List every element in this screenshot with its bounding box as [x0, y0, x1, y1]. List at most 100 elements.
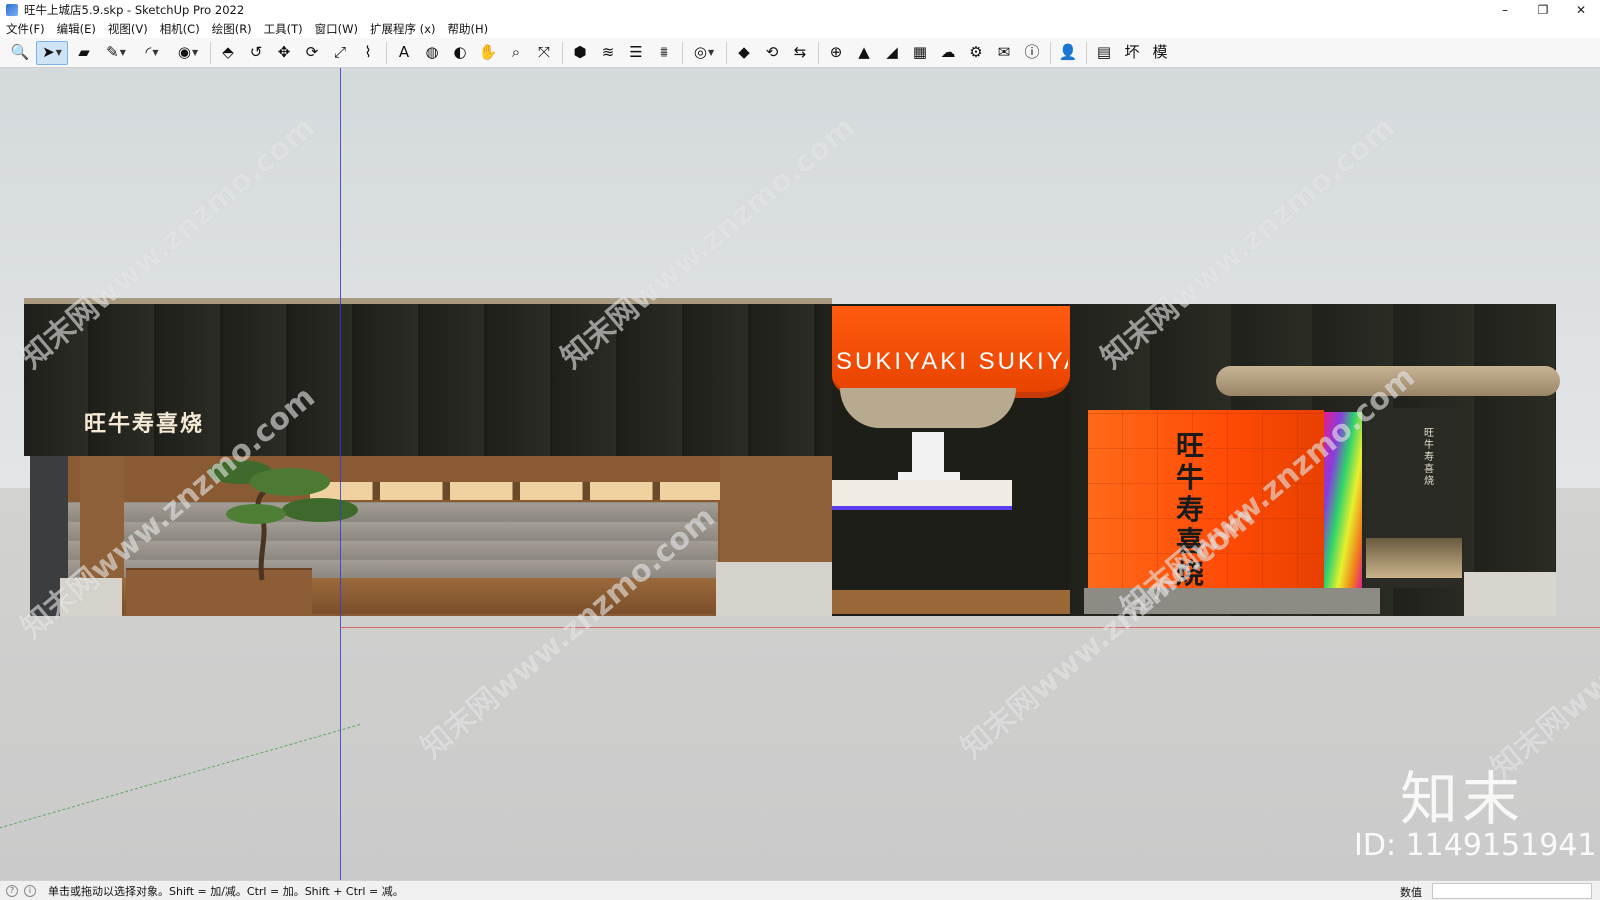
model-viewport[interactable]: 旺牛寿喜烧 SUKIYAKI SUKIYAKI 旺牛寿喜烧 旺牛寿喜烧 知末网w…: [0, 68, 1600, 880]
table-icon: ▤: [1096, 43, 1112, 61]
window-controls: – ❐ ✕: [1486, 0, 1600, 20]
layers-tool[interactable]: ☰: [624, 41, 648, 65]
main-toolbar: 🔍 ➤ ▼ ▰ ✎ ▼ ◜ ▼ ◉ ▼ ⬘ ↺ ✥ ⟳ ⤢ ⌇ A ◍ ◐ ✋ ⌕ ⤧ ⬢ ≋ ☰ ⩩ ◎ ▼ ◆ ⟲ ⇆ ⊕ ▲ ◢ ▦ ☁ ⚙ ✉ ⓘ 👤…: [0, 38, 1600, 68]
section-tool[interactable]: ◢: [880, 41, 904, 65]
stone-wall: [68, 502, 718, 578]
minimize-button[interactable]: –: [1486, 0, 1524, 20]
menu-extensions[interactable]: 扩展程序 (x): [370, 21, 435, 37]
brand-watermark: 知末: [1400, 765, 1525, 833]
close-button[interactable]: ✕: [1562, 0, 1600, 20]
pan-tool[interactable]: ✋: [476, 41, 500, 65]
warehouse-tool[interactable]: ⬢: [568, 41, 592, 65]
menu-tools[interactable]: 工具(T): [264, 21, 303, 37]
sync-tool[interactable]: ⟲: [760, 41, 784, 65]
mail-icon: ✉: [997, 43, 1011, 61]
paint-bucket-tool[interactable]: ◍: [420, 41, 444, 65]
geolocation-icon[interactable]: ?: [6, 884, 18, 897]
info-status-icon[interactable]: i: [24, 884, 36, 897]
window-strip: [310, 482, 720, 500]
toolbar-separator: [818, 41, 819, 64]
measurements-input[interactable]: [1432, 883, 1592, 899]
status-bar: ? i 单击或拖动以选择对象。Shift = 加/减。Ctrl = 加。Shif…: [0, 880, 1600, 900]
styles-tool[interactable]: ⩩: [652, 41, 676, 65]
eraser-icon: ▰: [78, 43, 90, 61]
add-icon: ⊕: [829, 43, 843, 61]
menu-bar: 文件(F) 编辑(E) 视图(V) 相机(C) 绘图(R) 工具(T) 窗口(W…: [0, 20, 1600, 38]
tree-icon: ▲: [858, 43, 870, 61]
plugin-huan-tool[interactable]: 坏: [1120, 41, 1144, 65]
push-pull-tool[interactable]: ⬘: [216, 41, 240, 65]
select-icon: ➤: [42, 43, 55, 61]
cloud-tool[interactable]: ☁: [936, 41, 960, 65]
extension-warehouse-tool[interactable]: ◆: [732, 41, 756, 65]
select-tool[interactable]: ➤ ▼: [36, 40, 68, 65]
measurements-label: 数值: [1400, 886, 1422, 899]
dropdown-arrow-icon[interactable]: ▼: [152, 48, 158, 57]
zoom-icon: 🔍: [10, 43, 30, 61]
brand-id-watermark: ID: 1149151941: [1354, 828, 1597, 863]
orbit-tool[interactable]: ◐: [448, 41, 472, 65]
extension-warehouse-icon: ◆: [738, 43, 750, 61]
offset-tool[interactable]: ↺: [244, 41, 268, 65]
rotate-icon: ⟳: [305, 43, 319, 61]
zoom-tool[interactable]: 🔍: [8, 41, 32, 65]
dropdown-arrow-icon[interactable]: ▼: [192, 48, 198, 57]
arc-tool[interactable]: ◜ ▼: [136, 41, 168, 65]
pencil-tool[interactable]: ✎ ▼: [100, 41, 132, 65]
export-tool[interactable]: ⇆: [788, 41, 812, 65]
dropdown-arrow-icon[interactable]: ▼: [708, 48, 714, 57]
menu-camera[interactable]: 相机(C): [160, 21, 200, 37]
push-pull-icon: ⬘: [222, 43, 234, 61]
table-tool[interactable]: ▤: [1092, 41, 1116, 65]
menu-file[interactable]: 文件(F): [6, 21, 45, 37]
menu-edit[interactable]: 编辑(E): [57, 21, 96, 37]
text-icon: A: [398, 43, 410, 61]
rotate-tool[interactable]: ⟳: [300, 41, 324, 65]
scale-icon: ⤢: [333, 43, 346, 61]
circle-tool[interactable]: ◉ ▼: [172, 41, 204, 65]
toolbar-separator: [210, 41, 211, 64]
zoom-extents-tool[interactable]: ⤧: [532, 41, 556, 65]
sketchup-app-icon: [6, 4, 18, 16]
export-icon: ⇆: [793, 43, 807, 61]
plugin-mo-tool[interactable]: 模: [1148, 41, 1172, 65]
checker-tool[interactable]: ▦: [908, 41, 932, 65]
dropdown-arrow-icon[interactable]: ▼: [120, 48, 126, 57]
restore-button[interactable]: ❐: [1524, 0, 1562, 20]
tape-measure-tool[interactable]: ⌇: [356, 41, 380, 65]
menu-draw[interactable]: 绘图(R): [212, 21, 252, 37]
menu-view[interactable]: 视图(V): [108, 21, 148, 37]
eraser-tool[interactable]: ▰: [72, 41, 96, 65]
section-icon: ◢: [886, 43, 898, 61]
plugin-mo-icon: 模: [1152, 43, 1168, 61]
zoom-window-tool[interactable]: ⌕: [504, 41, 528, 65]
zoom-window-icon: ⌕: [511, 43, 521, 61]
plugin-huan-icon: 坏: [1124, 43, 1140, 61]
add-tool[interactable]: ⊕: [824, 41, 848, 65]
stone-base-right: [1084, 588, 1380, 614]
pencil-icon: ✎: [106, 43, 119, 61]
info-icon: ⓘ: [1024, 43, 1040, 61]
scale-tool[interactable]: ⤢: [328, 41, 352, 65]
menu-window[interactable]: 窗口(W): [315, 21, 358, 37]
info-tool[interactable]: ⓘ: [1020, 41, 1044, 65]
menu-help[interactable]: 帮助(H): [447, 21, 488, 37]
center-wood-base: [832, 590, 1084, 614]
sandbox-tool[interactable]: ≋: [596, 41, 620, 65]
mail-tool[interactable]: ✉: [992, 41, 1016, 65]
user-tool[interactable]: 👤: [1056, 41, 1080, 65]
account-tool[interactable]: ◎ ▼: [688, 41, 720, 65]
title-bar: 旺牛上城店5.9.skp - SketchUp Pro 2022 – ❐ ✕: [0, 0, 1600, 20]
dropdown-arrow-icon[interactable]: ▼: [56, 48, 62, 57]
red-axis: [340, 627, 1600, 628]
tree-tool[interactable]: ▲: [852, 41, 876, 65]
cloud-icon: ☁: [940, 43, 956, 61]
settings-tool[interactable]: ⚙: [964, 41, 988, 65]
storefront-sign-left: 旺牛寿喜烧: [84, 411, 205, 437]
sandbox-icon: ≋: [601, 43, 615, 61]
move-tool[interactable]: ✥: [272, 41, 296, 65]
canopy-beam: [1216, 366, 1560, 396]
zoom-extents-icon: ⤧: [537, 43, 550, 61]
text-tool[interactable]: A: [392, 41, 416, 65]
wood-pillar-right: [720, 456, 832, 566]
